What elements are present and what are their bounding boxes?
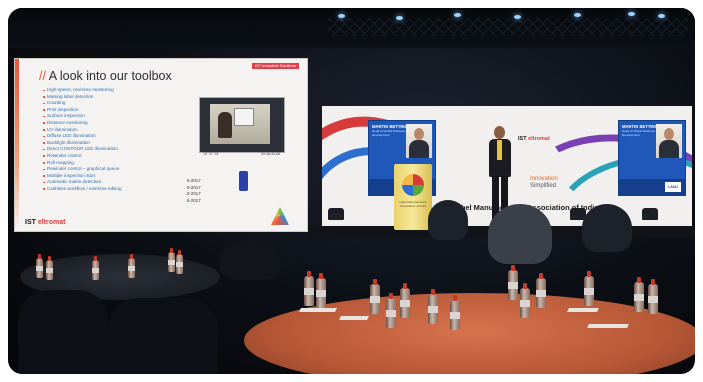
lighting-truss: [328, 18, 688, 36]
audience-member: [488, 204, 552, 264]
list-item: Backlight illumination: [43, 140, 211, 147]
water-bottle: [386, 293, 396, 328]
podium-logo-icon: [402, 174, 424, 196]
presentation-slide: IST Industrial Solutions // A look into …: [14, 58, 308, 232]
demo-sign: [234, 108, 254, 126]
flame-logo-icon: [271, 207, 289, 225]
list-item: Rewinder control – graphical queue: [43, 166, 211, 173]
tagline-line-2: Simplified: [530, 182, 557, 189]
water-bottle: [536, 273, 546, 308]
water-bottle: [584, 271, 594, 306]
slide-accent-bar: [15, 59, 19, 231]
water-bottle: [520, 283, 530, 318]
logo-suffix: eltromat: [37, 219, 66, 226]
date-item: 6-2017: [187, 197, 201, 203]
water-bottle: [370, 279, 380, 314]
paper-sheet: [299, 308, 337, 312]
podium: Label Manufacturers Association of India: [394, 164, 432, 230]
water-bottle: [316, 273, 326, 308]
date-item: 6-2017: [187, 184, 201, 190]
logo-prefix: IST: [518, 136, 527, 142]
water-bottle: [92, 256, 99, 280]
paper-sheet: [339, 316, 369, 320]
slide-title-slashes: //: [39, 69, 46, 83]
water-bottle: [400, 283, 410, 318]
slide-date-list: 6-2017 6-2017 6-2017 6-2017: [187, 178, 201, 204]
list-item: Diffuse LED illumination: [43, 133, 211, 140]
speaker-card-right: MARTIN BETTING Head of Global Business D…: [618, 120, 686, 196]
stage-light: [658, 14, 665, 18]
stage-light: [574, 13, 581, 17]
stage-light: [338, 14, 345, 18]
water-bottle: [648, 279, 658, 314]
water-bottle: [634, 277, 644, 312]
paper-sheet: [567, 308, 599, 312]
audience-member: [220, 240, 280, 280]
speaker-photo: [656, 124, 682, 158]
list-item: Cashless workflow / real-time editing: [43, 186, 211, 193]
demo-person: [218, 112, 232, 138]
water-bottle: [46, 256, 53, 280]
logo-prefix: IST: [25, 219, 36, 226]
water-bottle: [508, 265, 518, 300]
stage-light: [396, 16, 403, 20]
podium-text: Label Manufacturers Association of India: [399, 200, 427, 208]
stage-light: [454, 13, 461, 17]
list-item: Roll mapping: [43, 160, 211, 167]
slide-demo-photo: [199, 97, 285, 153]
stage-company-logo: IST eltromat: [518, 136, 550, 142]
list-item: High-speed, real-time monitoring: [43, 87, 211, 94]
water-bottle: [428, 289, 438, 324]
water-bottle: [36, 254, 43, 278]
tagline-line-1: Innovation: [530, 176, 558, 182]
slide-title: // A look into our toolbox: [39, 69, 172, 83]
water-bottle: [168, 248, 175, 272]
list-item: Missing label detection: [43, 94, 211, 101]
photo-frame: IST Industrial Solutions // A look into …: [0, 0, 703, 382]
slide-title-text: A look into our toolbox: [48, 69, 172, 83]
stage-monitor: [328, 208, 344, 220]
chair: [108, 298, 218, 374]
speaker-photo: [406, 124, 432, 158]
conference-photo: IST Industrial Solutions // A look into …: [8, 8, 695, 374]
list-item: Surface inspection: [43, 113, 211, 120]
water-bottle: [128, 254, 135, 278]
stage-monitor: [642, 208, 658, 220]
chair: [18, 290, 108, 374]
photo-caption-left: 15' 37' 28: [203, 152, 219, 156]
slide-header-tag: IST Industrial Solutions: [251, 63, 299, 69]
water-bottle: [304, 271, 314, 306]
water-bottle: [450, 295, 460, 330]
slide-feature-list: High-speed, real-time monitoring Missing…: [43, 87, 211, 193]
stage-light: [514, 15, 521, 19]
list-item: Print inspection: [43, 107, 211, 114]
list-item: Automatic matrix detection: [43, 179, 211, 186]
list-item: Multiple inspection start: [43, 173, 211, 180]
photo-caption-right: 09:38:45.88: [261, 152, 280, 156]
list-item: Direct CONTOUR LED illumination: [43, 146, 211, 153]
audience-member: [582, 204, 632, 252]
date-item: 6-2017: [187, 191, 201, 197]
list-item: Distance monitoring: [43, 120, 211, 127]
paper-sheet: [587, 324, 629, 328]
date-item: 6-2017: [187, 178, 201, 183]
list-item: Counting: [43, 100, 211, 107]
phone-icon: [239, 171, 248, 191]
logo-suffix: eltromat: [528, 136, 550, 142]
innovation-tagline: Innovation Simplified: [530, 176, 558, 189]
list-item: UV illumination: [43, 127, 211, 134]
card-badge: LMAI: [665, 182, 681, 192]
list-item: Rewinder control: [43, 153, 211, 160]
water-bottle: [176, 250, 183, 274]
audience-member: [428, 200, 468, 240]
stage-light: [628, 12, 635, 16]
company-logo: IST eltromat: [25, 219, 65, 226]
